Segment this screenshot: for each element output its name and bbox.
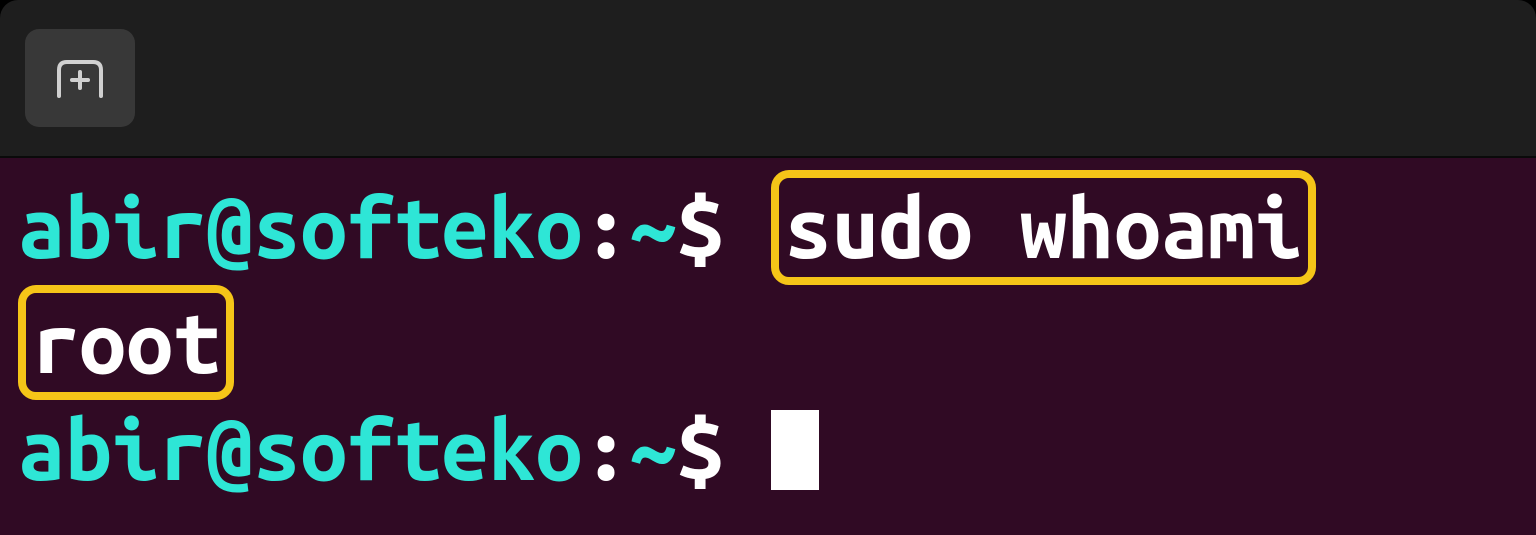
prompt-colon: : [582,180,629,274]
new-tab-button[interactable] [25,29,135,127]
terminal-body[interactable]: abir@softeko:~$ sudo whoami root abir@so… [0,158,1536,535]
prompt-path: ~ [630,402,677,496]
highlight-command: sudo whoami [771,170,1316,285]
prompt-user-host: abir@softeko [18,180,582,274]
output-text: root [32,295,220,389]
prompt-symbol: $ [677,180,724,274]
terminal-line: abir@softeko:~$ sudo whoami [18,170,1518,285]
prompt-symbol: $ [677,402,724,496]
command-text: sudo whoami [785,180,1302,274]
prompt-colon: : [582,402,629,496]
highlight-output: root [18,285,234,400]
terminal-line: root [18,285,1518,400]
terminal-line: abir@softeko:~$ [18,400,1518,499]
tab-bar [0,0,1536,158]
prompt-user-host: abir@softeko [18,402,582,496]
prompt-path: ~ [630,180,677,274]
new-tab-icon [55,58,105,98]
cursor [771,410,819,490]
